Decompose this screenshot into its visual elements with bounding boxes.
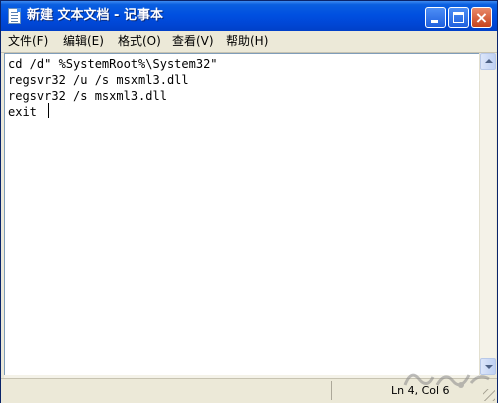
maximize-button[interactable] [448,7,469,28]
minimize-button[interactable] [425,7,446,28]
notepad-icon[interactable] [8,8,21,24]
menu-help[interactable]: 帮助(H) [226,34,268,49]
status-divider [331,381,332,400]
vertical-scrollbar[interactable] [479,53,496,375]
close-button[interactable]: × [471,7,492,28]
close-icon: × [474,8,489,27]
menu-format[interactable]: 格式(O) [118,34,161,49]
editor-content[interactable]: cd /d" %SystemRoot%\System32" regsvr32 /… [8,56,218,120]
notepad-window: 新建 文本文档 - 记事本 × 文件(F) 编辑(E) 格式(O) 查看(V) … [0,0,498,403]
maximize-icon [453,12,464,23]
menu-file[interactable]: 文件(F) [8,34,48,49]
scroll-up-arrow-icon [485,59,493,63]
scroll-up-button[interactable] [480,53,496,70]
minimize-icon [431,20,438,23]
title-bar[interactable]: 新建 文本文档 - 记事本 × [1,1,497,31]
text-caret [48,103,49,118]
menu-bar: 文件(F) 编辑(E) 格式(O) 查看(V) 帮助(H) [1,31,497,53]
menu-edit[interactable]: 编辑(E) [63,34,104,49]
text-editor[interactable]: cd /d" %SystemRoot%\System32" regsvr32 /… [4,53,480,376]
menu-view[interactable]: 查看(V) [172,34,214,49]
watermark-logo [403,373,490,388]
window-title: 新建 文本文档 - 记事本 [27,8,163,23]
